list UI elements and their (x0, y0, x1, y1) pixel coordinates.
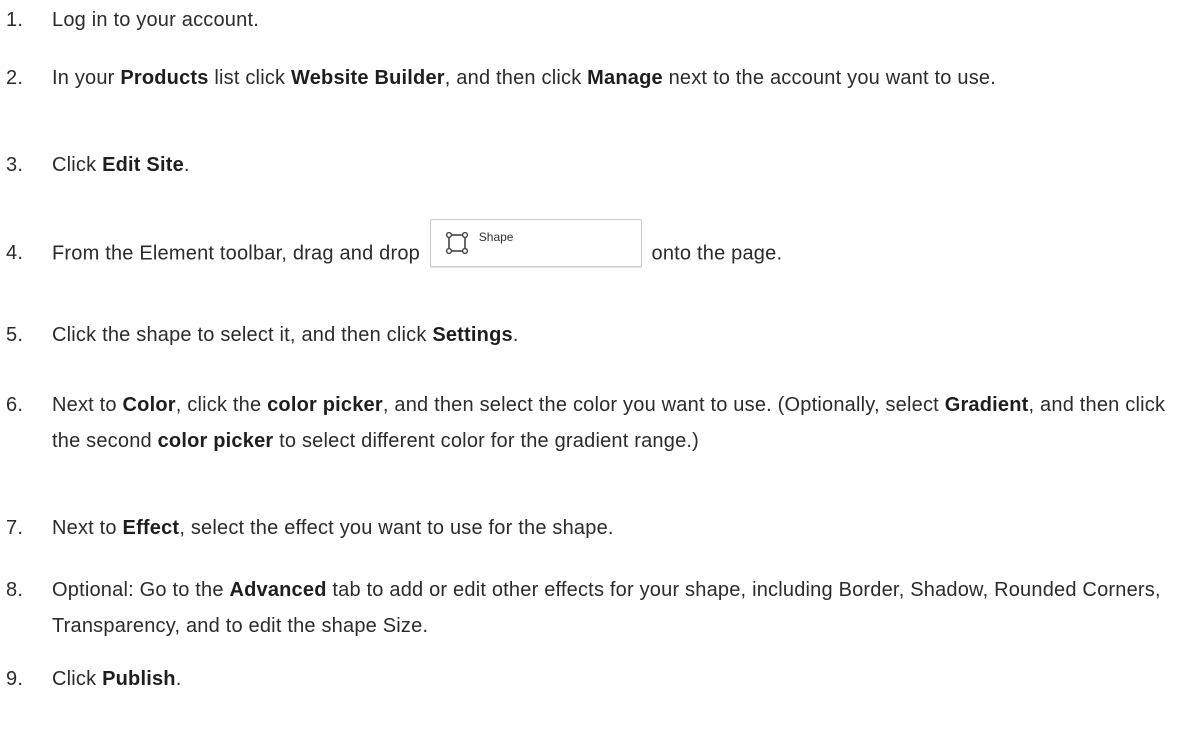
step-1: 1. Log in to your account. (0, 2, 1182, 38)
step-number: 5. (6, 324, 24, 346)
step-text-run: , and then select the color you want to … (382, 394, 945, 416)
step-text-run: Click (52, 668, 103, 690)
step-text-run: . (512, 324, 519, 346)
bold-term: Publish (102, 668, 176, 690)
step-number: 3. (6, 154, 24, 176)
step-number: 1. (6, 9, 24, 31)
step-text: Optional: Go to the Advanced tab to add … (52, 572, 1182, 644)
step-text-run: Optional: Go to the (52, 579, 230, 601)
step-text: Log in to your account. (52, 2, 1182, 38)
step-text-run: Click the shape to select it, and then c… (52, 324, 433, 346)
step-6: 6. Next to Color, click the color picker,… (0, 387, 1182, 459)
shape-button-label: Shape (478, 230, 514, 244)
bold-term: Gradient (944, 394, 1029, 416)
step-text: Next to Color, click the color picker, a… (52, 387, 1182, 459)
bold-term: Edit Site (102, 154, 184, 176)
instruction-steps: 1. Log in to your account. 2. In your Produ… (0, 0, 1182, 744)
step-number: 6. (6, 394, 24, 416)
step-text-run: Next to (52, 517, 123, 539)
step-9: 9. Click Publish. (0, 661, 1182, 697)
step-4: 4. From the Element toolbar, drag and dro… (0, 219, 1182, 273)
bold-term: Website Builder (291, 67, 445, 89)
step-text: Click Edit Site. (52, 147, 1182, 183)
step-7: 7. Next to Effect, select the effect you … (0, 510, 1182, 546)
step-text-run: Click (52, 154, 103, 176)
step-text-run: From the Element toolbar, drag and drop (52, 242, 426, 265)
step-text: Next to Effect, select the effect you wa… (52, 510, 1182, 546)
bold-term: Settings (432, 324, 513, 346)
step-number: 9. (6, 668, 24, 690)
bold-term: color picker (157, 430, 274, 452)
step-text-run: . (175, 668, 182, 690)
step-number: 7. (6, 517, 24, 539)
step-text-run: onto the page. (645, 242, 783, 265)
step-text-run: , select the effect you want to use for … (179, 517, 614, 539)
step-number: 8. (6, 579, 24, 601)
step-text-run: list click (208, 67, 291, 89)
step-text-run: next to the account you want to use. (662, 67, 996, 89)
step-text-run: to select different color for the gradie… (273, 430, 700, 452)
step-5: 5. Click the shape to select it, and then… (0, 317, 1182, 353)
step-text: From the Element toolbar, drag and drop … (52, 219, 1182, 273)
bold-term: color picker (267, 394, 383, 416)
step-3: 3. Click Edit Site. (0, 147, 1182, 183)
step-text-run: Next to (52, 394, 123, 416)
step-2: 2. In your Products list click Website Bu… (0, 60, 1182, 96)
bold-term: Products (120, 67, 209, 89)
bold-term: Effect (122, 517, 180, 539)
step-text: In your Products list click Website Buil… (52, 60, 1182, 96)
bold-term: Advanced (229, 579, 327, 601)
step-text-run: , and then click (444, 67, 588, 89)
step-8: 8. Optional: Go to the Advanced tab to ad… (0, 572, 1182, 644)
step-text-run: In your (52, 67, 121, 89)
step-text-run: Log in to your account. (52, 9, 259, 31)
shape-element-button[interactable]: Shape (429, 219, 642, 267)
shape-icon (445, 231, 469, 255)
bold-term: Manage (587, 67, 663, 89)
step-number: 4. (6, 242, 24, 264)
step-number: 2. (6, 67, 24, 89)
step-text-run: , click the (175, 394, 268, 416)
bold-term: Color (122, 394, 176, 416)
step-text: Click the shape to select it, and then c… (52, 317, 1182, 353)
step-text: Click Publish. (52, 661, 1182, 697)
step-text-run: . (183, 154, 190, 176)
